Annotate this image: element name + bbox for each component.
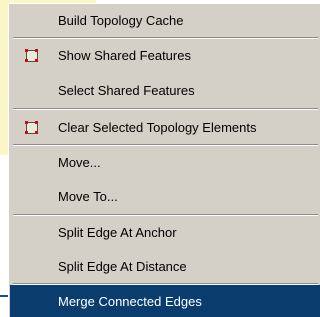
menu-item-move[interactable]: Move...: [10, 146, 320, 178]
menu-item-split-edge-at-anchor[interactable]: Split Edge At Anchor: [10, 216, 320, 248]
topology-clear-icon: [24, 120, 38, 134]
menu-item-label: Show Shared Features: [58, 47, 191, 63]
menu-item-clear-selected-topology-elements[interactable]: Clear Selected Topology Elements: [10, 111, 320, 143]
menu-item-move-to[interactable]: Move To...: [10, 180, 320, 212]
menu-item-label: Move To...: [58, 188, 118, 204]
topology-features-icon: [24, 48, 38, 62]
menu-item-label: Clear Selected Topology Elements: [58, 119, 257, 135]
menu-item-label: Select Shared Features: [58, 82, 195, 98]
menu-item-merge-connected-edges[interactable]: Merge Connected Edges: [10, 285, 320, 317]
menu-item-build-topology-cache[interactable]: Build Topology Cache: [10, 4, 320, 36]
menu-item-label: Merge Connected Edges: [58, 293, 202, 309]
menu-item-label: Split Edge At Anchor: [58, 224, 177, 240]
menu-separator: [13, 108, 318, 110]
menu-item-label: Move...: [58, 154, 101, 170]
menu-item-show-shared-features[interactable]: Show Shared Features: [10, 39, 320, 71]
menu-item-select-shared-features[interactable]: Select Shared Features: [10, 74, 320, 106]
menu-item-label: Build Topology Cache: [58, 12, 184, 28]
menu-item-label: Split Edge At Distance: [58, 258, 187, 274]
menu-item-split-edge-at-distance[interactable]: Split Edge At Distance: [10, 250, 320, 282]
topology-context-menu: Build Topology Cache Show Shared Feature…: [8, 3, 320, 317]
